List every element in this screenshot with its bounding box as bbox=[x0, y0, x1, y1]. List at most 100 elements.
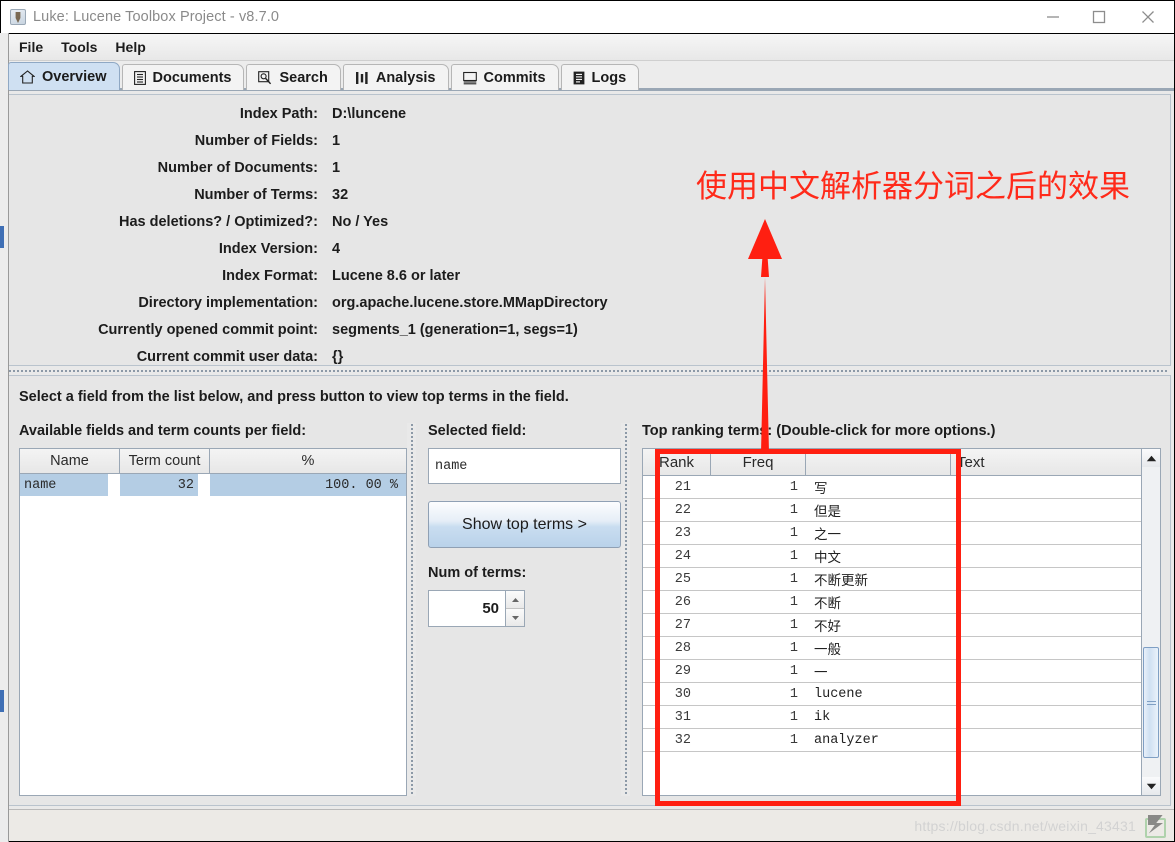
terms-cell-freq: 1 bbox=[789, 709, 798, 725]
terms-cell-freq: 1 bbox=[789, 617, 798, 633]
terms-table-row[interactable]: 28 1 一般 bbox=[643, 637, 1141, 660]
commits-icon bbox=[462, 71, 477, 85]
edge-artifact-bottom bbox=[0, 690, 4, 712]
terms-cell-rank: 29 bbox=[674, 663, 691, 679]
scrollbar-thumb[interactable] bbox=[1143, 646, 1159, 759]
terms-cell-rank: 25 bbox=[674, 571, 691, 587]
spinner-up-icon[interactable] bbox=[506, 591, 524, 609]
stepper-buttons bbox=[505, 591, 524, 626]
menu-help[interactable]: Help bbox=[106, 37, 154, 57]
overview-value: org.apache.lucene.store.MMapDirectory bbox=[332, 295, 608, 311]
overview-label: Current commit user data: bbox=[136, 349, 318, 365]
top-terms-table[interactable]: Rank Freq Text 21 1 写 22 1 但是 23 1 之一 24 1 中文 25 1 不断更… bbox=[642, 448, 1142, 796]
overview-value: 32 bbox=[332, 187, 349, 203]
terms-cell-rank: 32 bbox=[674, 732, 691, 748]
terms-table-row[interactable]: 21 1 写 bbox=[643, 476, 1141, 499]
terms-table-row[interactable]: 30 1 lucene bbox=[643, 683, 1141, 706]
scrollbar-track[interactable] bbox=[1142, 467, 1160, 777]
terms-cell-rank: 27 bbox=[674, 617, 691, 633]
fields-col-percent[interactable]: % bbox=[210, 449, 406, 474]
csdn-logo-icon bbox=[1144, 815, 1166, 838]
terms-table-row[interactable]: 24 1 中文 bbox=[643, 545, 1141, 568]
index-overview-panel: Index Path: D:\luncene Number of Fields:… bbox=[4, 94, 1171, 366]
overview-value: segments_1 (generation=1, segs=1) bbox=[332, 322, 578, 338]
selected-field-input[interactable]: name bbox=[428, 448, 621, 484]
available-fields-section: Available fields and term counts per fie… bbox=[12, 423, 407, 796]
overview-row: Index Version: 4 bbox=[5, 241, 1170, 268]
overview-label: Number of Fields: bbox=[194, 133, 318, 149]
terms-table-row[interactable]: 31 1 ik bbox=[643, 706, 1141, 729]
horizontal-split-divider[interactable] bbox=[4, 366, 1171, 375]
fields-col-name[interactable]: Name bbox=[20, 449, 120, 474]
terms-table-row[interactable]: 25 1 不断更新 bbox=[643, 568, 1141, 591]
tab-bar: Overview Documents Search Analysis Commi… bbox=[1, 61, 1174, 90]
terms-col-text[interactable]: Text bbox=[951, 449, 1141, 476]
terms-cell-text bbox=[951, 706, 1141, 728]
terms-table-row[interactable]: 27 1 不好 bbox=[643, 614, 1141, 637]
terms-cell-text bbox=[951, 637, 1141, 659]
close-button[interactable] bbox=[1122, 1, 1174, 33]
selected-field-section: Selected field: name Show top terms > Nu… bbox=[416, 423, 621, 796]
show-top-terms-button[interactable]: Show top terms > bbox=[428, 501, 621, 548]
fields-cell-term-count: 32 bbox=[120, 474, 198, 496]
scroll-up-icon[interactable] bbox=[1142, 449, 1160, 467]
maximize-button[interactable] bbox=[1076, 1, 1122, 33]
terms-cell-rank: 26 bbox=[674, 594, 691, 610]
overview-row: Currently opened commit point: segments_… bbox=[5, 322, 1170, 349]
terms-cell-freq: 1 bbox=[789, 548, 798, 564]
divider-grip bbox=[409, 423, 414, 796]
terms-table-header: Rank Freq Text bbox=[643, 449, 1141, 476]
terms-cell-rank: 31 bbox=[674, 709, 691, 725]
overview-value: 1 bbox=[332, 133, 341, 149]
tab-logs[interactable]: Logs bbox=[560, 64, 640, 90]
top-terms-section: Top ranking terms: (Double-click for mor… bbox=[630, 423, 1163, 796]
tab-commits[interactable]: Commits bbox=[450, 64, 559, 90]
tab-commits-label: Commits bbox=[483, 69, 546, 86]
terms-table-row[interactable]: 22 1 但是 bbox=[643, 499, 1141, 522]
vertical-split-divider-left[interactable] bbox=[407, 423, 416, 796]
spinner-down-icon[interactable] bbox=[506, 609, 524, 626]
window-controls bbox=[1030, 1, 1174, 33]
terms-cell-rank: 28 bbox=[674, 640, 691, 656]
terms-cell-rank: 23 bbox=[674, 525, 691, 541]
fields-table[interactable]: Name Term count % name 32 100. 00 % bbox=[19, 448, 407, 796]
terms-table-row[interactable]: 29 1 一 bbox=[643, 660, 1141, 683]
num-of-terms-stepper[interactable]: 50 bbox=[428, 590, 525, 627]
terms-table-scrollbar[interactable] bbox=[1142, 448, 1161, 796]
overview-value: {} bbox=[332, 349, 344, 365]
tab-overview-label: Overview bbox=[42, 68, 107, 85]
terms-cell-text bbox=[951, 614, 1141, 636]
terms-cell-term: 不断 bbox=[814, 597, 841, 613]
terms-cell-text bbox=[951, 729, 1141, 751]
fields-col-term-count[interactable]: Term count bbox=[120, 449, 210, 474]
terms-col-rank[interactable]: Rank bbox=[643, 449, 711, 476]
scrollbar-grip bbox=[1146, 699, 1156, 707]
terms-table-row[interactable]: 26 1 不断 bbox=[643, 591, 1141, 614]
terms-col-term[interactable] bbox=[806, 449, 951, 476]
divider-grip bbox=[8, 368, 1167, 373]
vertical-split-divider-right[interactable] bbox=[621, 423, 630, 796]
overview-label: Index Format: bbox=[222, 268, 318, 284]
overview-row: Index Format: Lucene 8.6 or later bbox=[5, 268, 1170, 295]
terms-table-body: 21 1 写 22 1 但是 23 1 之一 24 1 中文 25 1 不断更新 26 1 不断 27 1 不好 28 1 一… bbox=[643, 476, 1141, 752]
tab-search[interactable]: Search bbox=[246, 64, 341, 90]
terms-cell-rank: 21 bbox=[674, 479, 691, 495]
minimize-button[interactable] bbox=[1030, 1, 1076, 33]
tab-documents[interactable]: Documents bbox=[121, 64, 245, 90]
menu-tools[interactable]: Tools bbox=[52, 37, 106, 57]
overview-label: Number of Documents: bbox=[157, 160, 318, 176]
tab-overview[interactable]: Overview bbox=[8, 62, 120, 90]
tab-analysis[interactable]: Analysis bbox=[342, 64, 449, 90]
terms-cell-freq: 1 bbox=[789, 525, 798, 541]
fields-cell-gap bbox=[108, 474, 120, 496]
terms-table-row[interactable]: 23 1 之一 bbox=[643, 522, 1141, 545]
terms-col-freq[interactable]: Freq bbox=[711, 449, 806, 476]
scroll-down-icon[interactable] bbox=[1142, 777, 1160, 795]
terms-cell-text bbox=[951, 499, 1141, 521]
menu-file[interactable]: File bbox=[10, 37, 52, 57]
terms-table-row[interactable]: 32 1 analyzer bbox=[643, 729, 1141, 752]
overview-label: Number of Terms: bbox=[194, 187, 318, 203]
num-of-terms-value[interactable]: 50 bbox=[429, 591, 505, 626]
fields-table-row[interactable]: name 32 100. 00 % bbox=[20, 474, 406, 496]
terms-cell-text bbox=[951, 683, 1141, 705]
